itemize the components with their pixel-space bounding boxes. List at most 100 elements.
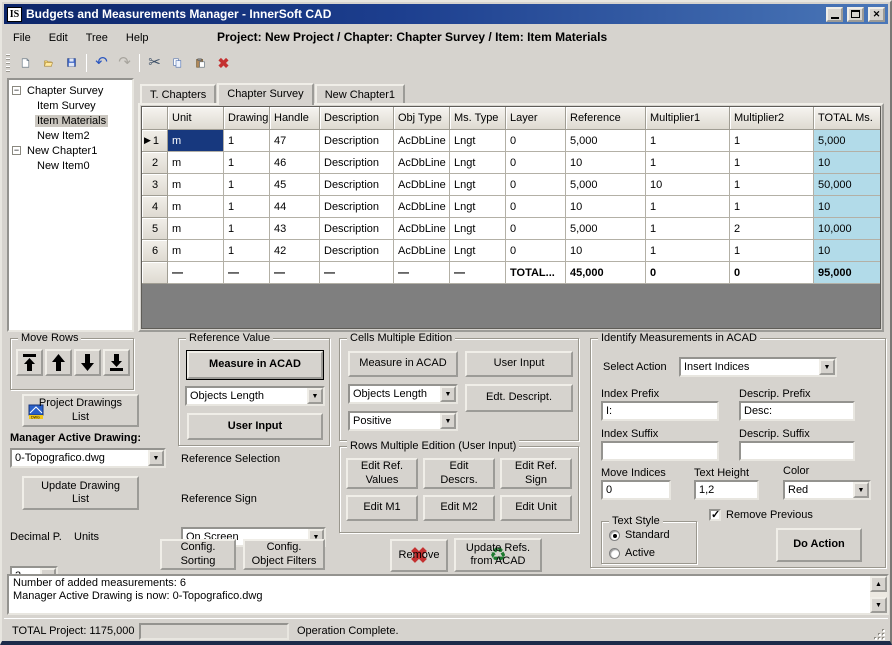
delete-icon[interactable]: ✖: [212, 52, 235, 74]
cell[interactable]: 1: [224, 174, 270, 196]
update-drawing-list-button[interactable]: Update Drawing List: [22, 476, 139, 510]
save-icon[interactable]: [60, 52, 83, 74]
cell[interactable]: 47: [270, 130, 320, 152]
cell[interactable]: Lngt: [450, 174, 506, 196]
index-prefix-field[interactable]: [601, 401, 719, 421]
cell[interactable]: 42: [270, 240, 320, 262]
tab-chapter-survey[interactable]: Chapter Survey: [217, 83, 313, 105]
cell[interactable]: 1: [646, 130, 730, 152]
cell[interactable]: Description: [320, 130, 394, 152]
index-suffix-field[interactable]: [601, 441, 719, 461]
user-input-button[interactable]: User Input: [187, 413, 323, 440]
row-header[interactable]: ▶1: [142, 130, 168, 152]
new-document-icon[interactable]: [14, 52, 37, 74]
cell[interactable]: Lngt: [450, 240, 506, 262]
cell[interactable]: 1: [224, 196, 270, 218]
row-header[interactable]: [142, 262, 168, 284]
radio-standard[interactable]: [609, 530, 620, 541]
cell[interactable]: 1: [730, 240, 814, 262]
undo-icon[interactable]: ↶: [90, 52, 113, 74]
tree-node-new-item2[interactable]: New Item2: [35, 128, 132, 143]
cell[interactable]: 1: [730, 130, 814, 152]
cell[interactable]: m: [168, 240, 224, 262]
cell[interactable]: m: [168, 218, 224, 240]
column-header[interactable]: Ms. Type: [450, 107, 506, 130]
paste-icon[interactable]: [189, 52, 212, 74]
cells-user-input-button[interactable]: User Input: [465, 351, 573, 377]
copy-icon[interactable]: [166, 52, 189, 74]
tree-node-item-survey[interactable]: Item Survey: [35, 98, 132, 113]
chevron-down-icon[interactable]: ▼: [148, 450, 164, 466]
menu-tree[interactable]: Tree: [77, 28, 117, 48]
toolbar-grip[interactable]: [6, 54, 10, 72]
cell[interactable]: 1: [730, 196, 814, 218]
move-row-to-top-button[interactable]: [16, 349, 43, 376]
radio-standard-row[interactable]: Standard: [609, 529, 670, 541]
move-row-down-button[interactable]: [74, 349, 101, 376]
cell[interactable]: AcDbLine: [394, 174, 450, 196]
row-header[interactable]: 4: [142, 196, 168, 218]
menu-edit[interactable]: Edit: [40, 28, 77, 48]
move-indices-field[interactable]: [601, 480, 671, 500]
cell[interactable]: m: [168, 174, 224, 196]
cell[interactable]: Description: [320, 174, 394, 196]
cell[interactable]: 1: [646, 152, 730, 174]
row-header[interactable]: 6: [142, 240, 168, 262]
cell[interactable]: 1: [224, 152, 270, 174]
cell[interactable]: AcDbLine: [394, 196, 450, 218]
cut-icon[interactable]: ✂: [143, 52, 166, 74]
config-sorting-button[interactable]: Config. Sorting: [160, 539, 236, 570]
log-scrollbar[interactable]: ▲ ▼: [870, 576, 887, 613]
column-header[interactable]: Layer: [506, 107, 566, 130]
cell[interactable]: Description: [320, 240, 394, 262]
cell[interactable]: 10: [566, 152, 646, 174]
edit-unit-button[interactable]: Edit Unit: [500, 495, 572, 521]
maximize-button[interactable]: [847, 7, 864, 22]
row-header[interactable]: 5: [142, 218, 168, 240]
measure-in-acad-button[interactable]: Measure in ACAD: [187, 351, 323, 379]
cell[interactable]: Lngt: [450, 130, 506, 152]
column-header[interactable]: Unit: [168, 107, 224, 130]
cell[interactable]: 2: [730, 218, 814, 240]
cells-sign-combo[interactable]: Positive ▼: [348, 411, 458, 431]
cell[interactable]: 1: [730, 174, 814, 196]
tab-t-chapters[interactable]: T. Chapters: [140, 84, 216, 103]
cell[interactable]: 1: [224, 240, 270, 262]
config-object-filters-button[interactable]: Config. Object Filters: [243, 539, 325, 570]
edt-descript-button[interactable]: Edt. Descript.: [465, 384, 573, 412]
redo-icon[interactable]: ↷: [113, 52, 136, 74]
cell[interactable]: 0: [506, 152, 566, 174]
cell[interactable]: 43: [270, 218, 320, 240]
column-header[interactable]: Description: [320, 107, 394, 130]
collapse-icon[interactable]: −: [12, 86, 21, 95]
cell[interactable]: Lngt: [450, 196, 506, 218]
cell[interactable]: 10: [566, 196, 646, 218]
column-header[interactable]: [142, 107, 168, 130]
descrip-suffix-field[interactable]: [739, 441, 855, 461]
active-drawing-combo[interactable]: 0-Topografico.dwg ▼: [10, 448, 166, 468]
chevron-down-icon[interactable]: ▼: [440, 386, 456, 402]
project-drawings-list-button[interactable]: DWG Project Drawings List: [22, 394, 139, 427]
collapse-icon[interactable]: −: [12, 146, 21, 155]
cell[interactable]: 50,000: [814, 174, 881, 196]
menu-help[interactable]: Help: [117, 28, 158, 48]
open-icon[interactable]: [37, 52, 60, 74]
cells-measure-in-acad-button[interactable]: Measure in ACAD: [348, 351, 458, 377]
edit-descrs-button[interactable]: Edit Descrs.: [423, 458, 495, 489]
cell[interactable]: 0: [506, 174, 566, 196]
cell[interactable]: AcDbLine: [394, 240, 450, 262]
cell[interactable]: Description: [320, 218, 394, 240]
edit-ref-values-button[interactable]: Edit Ref. Values: [346, 458, 418, 489]
chevron-down-icon[interactable]: ▼: [819, 359, 835, 375]
cell[interactable]: 5,000: [814, 130, 881, 152]
cell[interactable]: 1: [646, 218, 730, 240]
cell[interactable]: 1: [224, 218, 270, 240]
cell[interactable]: 1: [730, 152, 814, 174]
column-header[interactable]: Multiplier1: [646, 107, 730, 130]
tab-new-chapter1[interactable]: New Chapter1: [315, 84, 405, 103]
cell[interactable]: m: [168, 196, 224, 218]
cell[interactable]: 46: [270, 152, 320, 174]
column-header[interactable]: Handle: [270, 107, 320, 130]
cell[interactable]: 44: [270, 196, 320, 218]
cell[interactable]: 10: [814, 196, 881, 218]
